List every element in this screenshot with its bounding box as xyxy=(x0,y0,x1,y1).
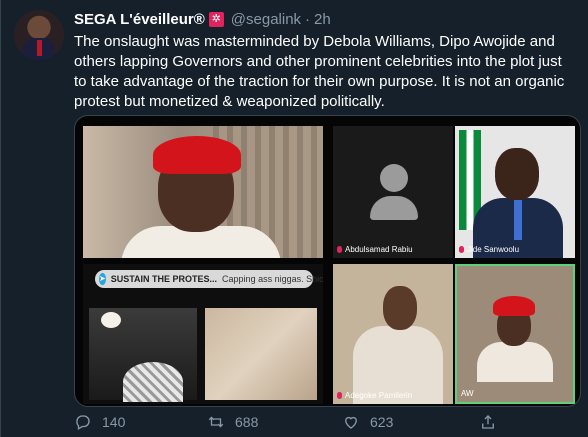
retweet-button[interactable]: 688 xyxy=(207,412,258,432)
participant-label: Adegoke Pamilerin xyxy=(337,391,412,400)
red-cap xyxy=(153,136,241,174)
tweet-actions: 140 688 623 xyxy=(74,412,554,432)
quilted-wall xyxy=(205,308,317,400)
like-count: 623 xyxy=(370,414,394,430)
person-head xyxy=(495,148,539,200)
share-button[interactable] xyxy=(479,412,497,432)
participant-label: Jide Sanwoolu xyxy=(459,245,519,254)
retweet-count: 688 xyxy=(235,414,259,430)
shirt xyxy=(477,342,553,382)
red-cap xyxy=(493,296,535,316)
video-tile-3: Jide Sanwoolu xyxy=(455,126,575,258)
placeholder-body xyxy=(370,196,418,220)
share-icon xyxy=(482,415,494,429)
notification-title: SUSTAIN THE PROTES... xyxy=(110,274,218,284)
telegram-notification: ➤ SUSTAIN THE PROTES... Capping ass nigg… xyxy=(95,270,323,288)
retweet-icon xyxy=(208,416,224,428)
mic-muted-icon xyxy=(337,392,342,399)
avatar[interactable] xyxy=(14,10,64,60)
notification-message: Capping ass niggas. Shior xyxy=(222,274,323,284)
tweet-timestamp[interactable]: 2h xyxy=(314,11,331,28)
like-icon xyxy=(345,416,357,429)
participant-name: Jide Sanwoolu xyxy=(467,245,520,254)
person-head xyxy=(383,286,417,330)
video-tile-5: Adegoke Pamilerin xyxy=(333,264,453,404)
participant-name: Adegoke Pamilerin xyxy=(345,391,413,400)
tweet-header: SEGA L'éveilleur® ✲ @segalink · 2h xyxy=(74,9,331,29)
video-tile-6-active-speaker: AW xyxy=(455,264,575,404)
placeholder-avatar-icon xyxy=(380,164,408,192)
participant-label: Abdulsamad Rabiu xyxy=(337,245,413,254)
participant-name: AW xyxy=(461,389,474,398)
reply-icon xyxy=(76,415,90,430)
participant-name: Abdulsamad Rabiu xyxy=(345,245,413,254)
author-badge-icon: ✲ xyxy=(208,11,224,27)
reply-count: 140 xyxy=(102,414,126,430)
video-tile-1 xyxy=(83,126,323,258)
telegram-icon: ➤ xyxy=(99,273,106,285)
mic-muted-icon xyxy=(459,246,464,253)
tie xyxy=(514,200,522,240)
video-tile-2: Abdulsamad Rabiu xyxy=(333,126,453,258)
ceiling-lamp xyxy=(101,312,121,328)
tweet-text: The onslaught was masterminded by Debola… xyxy=(74,33,565,110)
author-name[interactable]: SEGA L'éveilleur® xyxy=(74,11,205,28)
header-separator: · xyxy=(305,10,311,28)
author-handle[interactable]: @segalink xyxy=(231,11,301,28)
reply-button[interactable]: 140 xyxy=(74,412,125,432)
like-button[interactable]: 623 xyxy=(342,412,393,432)
mic-muted-icon xyxy=(337,246,342,253)
video-tile-4: ➤ SUSTAIN THE PROTES... Capping ass nigg… xyxy=(83,264,323,404)
tweet-media[interactable]: Abdulsamad Rabiu Jide Sanwoolu ➤ SUSTAIN… xyxy=(74,115,581,407)
participant-label: AW xyxy=(461,389,474,398)
patterned-cap xyxy=(123,362,183,402)
timeline-divider xyxy=(0,0,1,437)
avatar-tie xyxy=(37,40,42,56)
